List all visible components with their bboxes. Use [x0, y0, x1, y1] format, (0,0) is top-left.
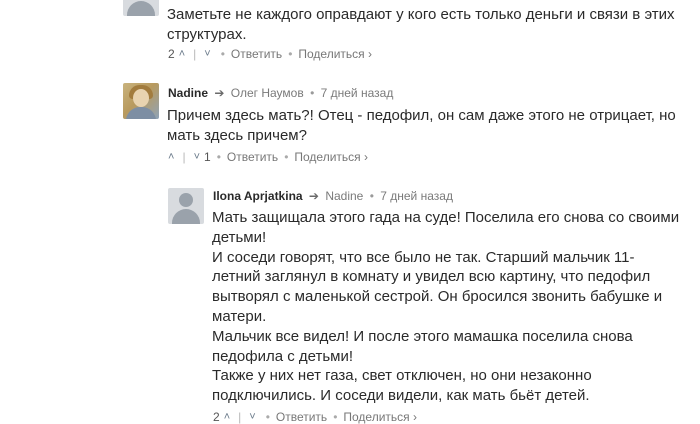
chevron-up-icon[interactable]: ˄	[168, 150, 174, 164]
comment-text: Мать защищала этого гада на суде! Посели…	[212, 208, 679, 406]
author-name[interactable]: Ilona Aprjatkina	[213, 189, 303, 203]
comment-text: Заметьте не каждого оправдают у кого ест…	[167, 5, 675, 45]
share-button[interactable]: Поделиться ›	[294, 150, 368, 164]
avatar[interactable]	[168, 188, 204, 224]
reply-to-name[interactable]: Nadine	[325, 189, 363, 203]
reply-arrow-icon: ➔	[214, 86, 225, 100]
avatar[interactable]	[123, 83, 159, 119]
share-button[interactable]: Поделиться ›	[298, 47, 372, 61]
separator-dot: •	[284, 150, 289, 164]
comment-header: Ilona Aprjatkina ➔ Nadine • 7 дней назад	[213, 189, 453, 203]
comment-text: Причем здесь мать?! Отец - педофил, он с…	[167, 106, 676, 146]
reply-to-name[interactable]: Олег Наумов	[231, 86, 304, 100]
comment-line: подключились. И соседи видели, как мать …	[212, 387, 590, 405]
comment-line: Также у них нет газа, свет отключен, но …	[212, 367, 592, 385]
chevron-down-icon[interactable]: ˅	[204, 47, 210, 61]
comment-line: педофила с детьми!	[212, 347, 354, 365]
comment-line: структурах.	[167, 25, 247, 43]
avatar[interactable]	[123, 0, 159, 16]
comment-line: Мальчик все видел! И после этого мамашка…	[212, 327, 633, 345]
downvote-count: 1	[204, 150, 211, 164]
comment-header: Nadine ➔ Олег Наумов • 7 дней назад	[168, 86, 393, 100]
author-name[interactable]: Nadine	[168, 86, 208, 100]
comment-line: Причем здесь мать?! Отец - педофил, он с…	[167, 107, 676, 124]
comment-line: вытворял с маленькой сестрой. Он бросилс…	[212, 288, 663, 306]
comment-line: И соседи говорят, что все было не так. С…	[212, 248, 635, 266]
comment-line: детьми!	[212, 228, 267, 246]
chevron-up-icon[interactable]: ˄	[179, 47, 185, 61]
comment-line: Заметьте не каждого оправдают у кого ест…	[167, 6, 675, 23]
chevron-down-icon[interactable]: ˅	[194, 150, 200, 164]
timestamp[interactable]: 7 дней назад	[321, 86, 394, 100]
timestamp[interactable]: 7 дней назад	[380, 189, 453, 203]
separator-dot: •	[216, 150, 221, 164]
reply-button[interactable]: Ответить	[227, 150, 278, 164]
reply-arrow-icon: ➔	[308, 189, 319, 203]
comment-1: Заметьте не каждого оправдают у кого ест…	[0, 0, 700, 70]
comment-line: Мать защищала этого гада на суде! Посели…	[212, 209, 680, 226]
divider: |	[182, 150, 186, 164]
comment-line: летний заглянул в комнату и увидел всю к…	[212, 268, 651, 286]
separator-dot: •	[288, 47, 293, 61]
separator-dot: •	[369, 189, 374, 203]
comment-line: мать здесь причем?	[167, 126, 307, 144]
divider: |	[193, 47, 197, 61]
upvote-count: 2	[168, 47, 175, 61]
comment-2: Nadine ➔ Олег Наумов • 7 дней назад Прич…	[0, 75, 700, 170]
comment-3: Ilona Aprjatkina ➔ Nadine • 7 дней назад…	[0, 180, 700, 424]
separator-dot: •	[310, 86, 315, 100]
comment-line: матери.	[212, 307, 267, 325]
comment-actions: 2 ˄ | ˅ • Ответить • Поделиться ›	[168, 47, 372, 61]
reply-button[interactable]: Ответить	[231, 47, 282, 61]
separator-dot: •	[220, 47, 225, 61]
comment-actions: ˄ | ˅ 1 • Ответить • Поделиться ›	[168, 150, 368, 164]
